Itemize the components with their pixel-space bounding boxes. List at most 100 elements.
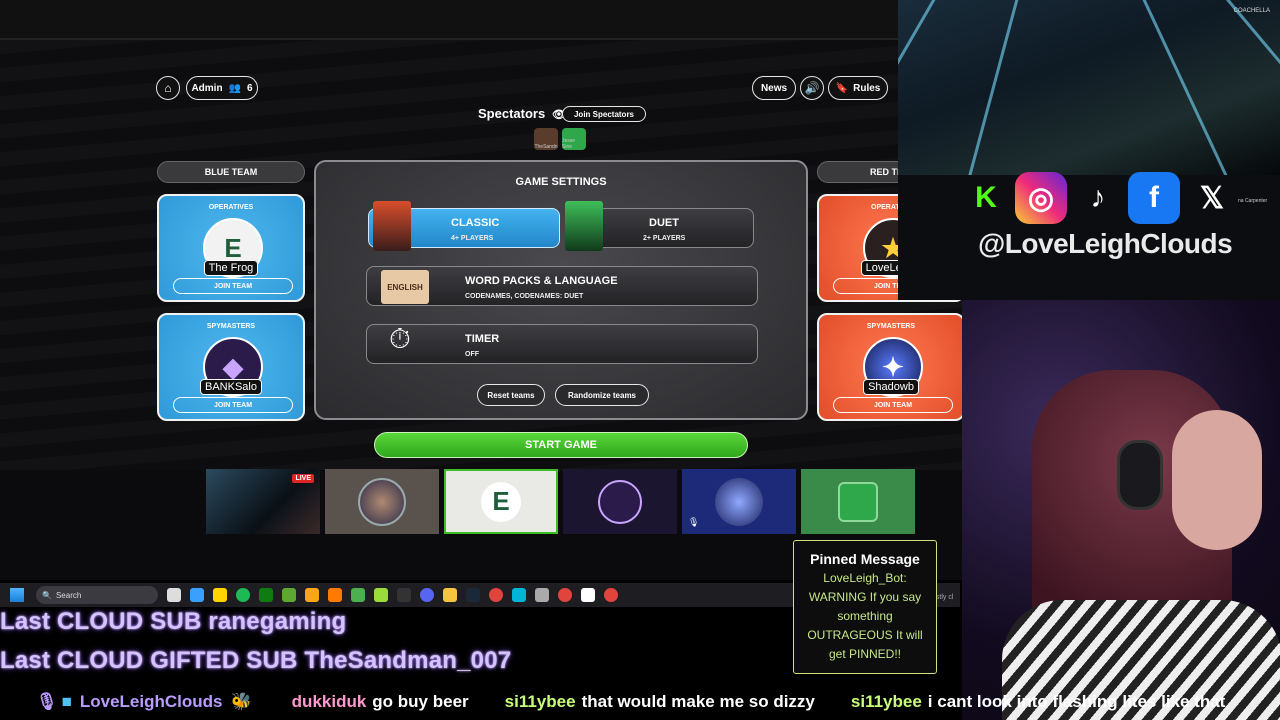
folder-icon[interactable] bbox=[443, 588, 457, 602]
word-packs-subtitle: CODENAMES, CODENAMES: DUET bbox=[465, 293, 584, 300]
spectator-avatar[interactable]: TheSandn bbox=[534, 128, 558, 150]
x-icon: 𝕏 bbox=[1199, 181, 1225, 215]
join-team-button[interactable]: JOIN TEAM bbox=[833, 397, 953, 413]
light-beam bbox=[1218, 0, 1280, 160]
live-badge: LIVE bbox=[292, 474, 314, 483]
randomize-teams-button[interactable]: Randomize teams bbox=[555, 384, 649, 406]
emote-icon: 🐝 bbox=[230, 692, 252, 711]
start-game-label: START GAME bbox=[525, 439, 597, 451]
spectator-avatar[interactable]: Jesse Sine bbox=[562, 128, 586, 150]
randomize-teams-label: Randomize teams bbox=[567, 390, 637, 400]
news-label: News bbox=[760, 82, 788, 94]
mic-icon: 🎙 bbox=[36, 692, 58, 711]
light-beam bbox=[1138, 0, 1234, 175]
spectators-header: Spectators 👁 bbox=[478, 106, 566, 121]
light-beam bbox=[898, 0, 941, 175]
reset-teams-button[interactable]: Reset teams bbox=[477, 384, 545, 406]
english-badge: ENGLISH bbox=[381, 270, 429, 304]
windows-start-icon[interactable] bbox=[10, 588, 24, 602]
game-settings-panel: GAME SETTINGS CLASSIC 4+ PLAYERS DUET 2+… bbox=[314, 160, 808, 420]
timer-title: TIMER bbox=[465, 333, 500, 345]
video-tile[interactable]: E bbox=[444, 469, 558, 534]
red-spymasters-card: SPYMASTERS ✦ Shadowb JOIN TEAM bbox=[817, 313, 965, 421]
duet-mode-option[interactable]: DUET 2+ PLAYERS bbox=[565, 201, 754, 251]
blue-team-title: BLUE TEAM bbox=[204, 167, 258, 177]
classic-subtitle: 4+ PLAYERS bbox=[451, 235, 494, 242]
timer-option[interactable]: ⏱ TIMER OFF bbox=[366, 323, 758, 364]
reset-teams-label: Reset teams bbox=[487, 390, 535, 400]
video-tile[interactable] bbox=[325, 469, 439, 534]
word-packs-title: WORD PACKS & LANGUAGE bbox=[465, 275, 618, 287]
sound-icon[interactable]: 🔊 bbox=[800, 76, 824, 100]
admin-button[interactable]: Admin 👥 6 bbox=[186, 76, 258, 100]
taskbar-search[interactable]: 🔍 Search bbox=[36, 586, 158, 604]
video-tile[interactable]: 🎙 bbox=[682, 469, 796, 534]
rockstar-icon[interactable] bbox=[305, 588, 319, 602]
steam-icon[interactable] bbox=[466, 588, 480, 602]
coachella-watermark: COACHELLA bbox=[1233, 8, 1270, 14]
play-icon[interactable] bbox=[351, 588, 365, 602]
video-tiles: LIVE E 🎙 bbox=[206, 469, 915, 534]
operatives-label: OPERATIVES bbox=[208, 204, 254, 211]
timer-subtitle: OFF bbox=[465, 351, 479, 358]
news-button[interactable]: News bbox=[752, 76, 796, 100]
xbox-icon[interactable] bbox=[259, 588, 273, 602]
app-icon[interactable] bbox=[328, 588, 342, 602]
video-avatar bbox=[358, 477, 406, 526]
join-spectators-button[interactable]: Join Spectators bbox=[562, 106, 646, 122]
spotify-icon[interactable] bbox=[236, 588, 250, 602]
task-view-icon[interactable] bbox=[167, 588, 181, 602]
search-icon: 🔍 bbox=[42, 590, 52, 600]
bookmark-icon: 🔖 bbox=[835, 82, 849, 94]
browser-top-strip bbox=[0, 0, 965, 40]
cube-icon: ■ bbox=[61, 692, 72, 711]
join-team-button[interactable]: JOIN TEAM bbox=[173, 397, 293, 413]
video-caption: na Carpenter bbox=[1238, 198, 1268, 204]
video-tile[interactable]: LIVE bbox=[206, 469, 320, 534]
discord-icon[interactable] bbox=[420, 588, 434, 602]
app-icon[interactable] bbox=[581, 588, 595, 602]
sticky-notes-icon[interactable] bbox=[213, 588, 227, 602]
admin-label: Admin bbox=[191, 82, 223, 94]
instagram-icon: ◎ bbox=[1015, 172, 1067, 224]
minecraft-icon[interactable] bbox=[282, 588, 296, 602]
epic-games-icon[interactable] bbox=[397, 588, 411, 602]
players-icon: 👥 bbox=[228, 82, 241, 94]
chrome-icon[interactable] bbox=[604, 588, 618, 602]
game-window: ⌂ Admin 👥 6 News 🔊 🔖 Rules Spectators 👁 … bbox=[0, 0, 965, 580]
classic-mode-option[interactable]: CLASSIC 4+ PLAYERS bbox=[368, 201, 560, 251]
blue-operatives-card: OPERATIVES E The Frog JOIN TEAM bbox=[157, 194, 305, 302]
start-game-button[interactable]: START GAME bbox=[374, 432, 748, 458]
spectators-title: Spectators bbox=[478, 106, 546, 121]
chat-ticker: 🎙 ■ LoveLeighClouds 🐝 dukkiduk go buy be… bbox=[0, 684, 1280, 720]
app-icon[interactable] bbox=[535, 588, 549, 602]
streamer-handle: @LoveLeighClouds bbox=[978, 228, 1233, 259]
pinned-body: LoveLeigh_Bot: WARNING If you say someth… bbox=[807, 571, 923, 661]
chat-username: si11ybee bbox=[504, 692, 576, 711]
rules-button[interactable]: 🔖 Rules bbox=[828, 76, 888, 100]
chat-username: si11ybee bbox=[850, 692, 922, 711]
concert-video: COACHELLA bbox=[898, 0, 1280, 175]
join-team-button[interactable]: JOIN TEAM bbox=[173, 278, 293, 294]
headset bbox=[1117, 440, 1163, 510]
video-avatar bbox=[838, 481, 878, 522]
widgets-icon[interactable] bbox=[190, 588, 204, 602]
video-avatar bbox=[715, 477, 763, 526]
operative-name: The Frog bbox=[159, 258, 303, 276]
home-icon[interactable]: ⌂ bbox=[156, 76, 180, 100]
app-icon[interactable] bbox=[374, 588, 388, 602]
rules-label: Rules bbox=[853, 82, 881, 94]
chat-message: go buy beer bbox=[372, 692, 469, 711]
spymasters-label: SPYMASTERS bbox=[866, 323, 916, 330]
chrome-icon[interactable] bbox=[489, 588, 503, 602]
word-packs-option[interactable]: ENGLISH WORD PACKS & LANGUAGE CODENAMES,… bbox=[366, 266, 758, 306]
video-tile[interactable] bbox=[801, 469, 915, 534]
chrome-icon[interactable] bbox=[558, 588, 572, 602]
search-placeholder: Search bbox=[55, 590, 82, 600]
webcam-feed bbox=[962, 300, 1280, 720]
tiktok-icon: ♪ bbox=[1090, 181, 1106, 214]
video-tile[interactable] bbox=[563, 469, 677, 534]
app-icon[interactable] bbox=[512, 588, 526, 602]
muted-icon: 🎙 bbox=[688, 517, 700, 527]
settings-title: GAME SETTINGS bbox=[515, 176, 607, 188]
